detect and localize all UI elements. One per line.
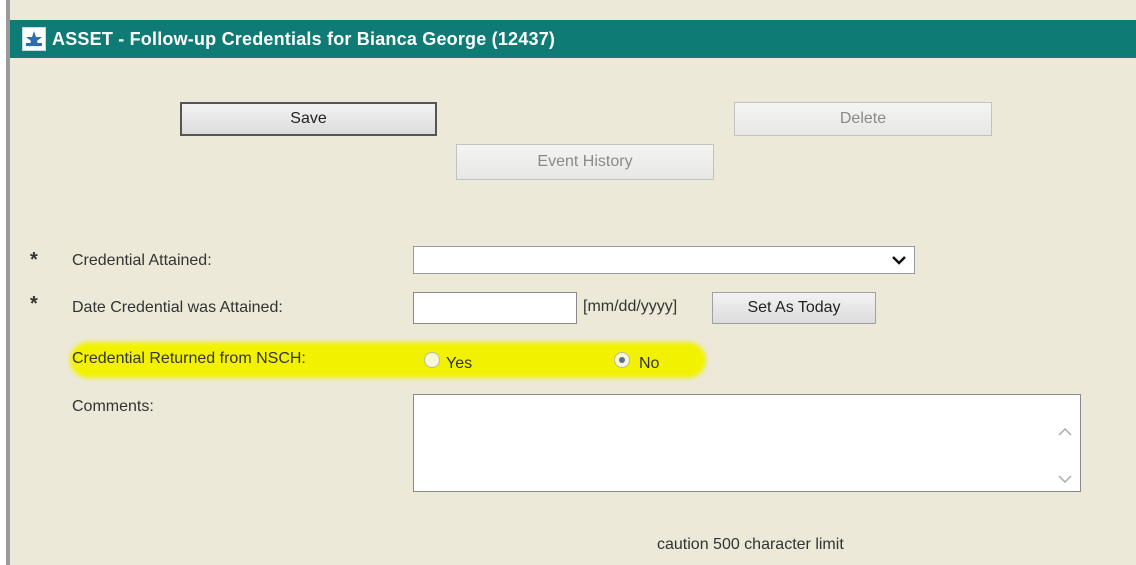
credential-attained-select[interactable] bbox=[413, 246, 915, 274]
radio-no[interactable] bbox=[614, 352, 630, 368]
date-attained-input[interactable] bbox=[413, 292, 577, 324]
window-title: ASSET - Follow-up Credentials for Bianca… bbox=[52, 28, 556, 49]
chevron-down-icon bbox=[892, 256, 906, 265]
radio-yes[interactable] bbox=[424, 352, 440, 368]
radio-no-label: No bbox=[639, 355, 660, 372]
delete-button[interactable]: Delete bbox=[734, 102, 992, 136]
comments-label: Comments: bbox=[72, 398, 154, 415]
scroll-up-icon[interactable] bbox=[1058, 427, 1072, 436]
required-marker: * bbox=[30, 293, 38, 315]
asset-logo-icon bbox=[22, 27, 46, 51]
scroll-down-icon[interactable] bbox=[1058, 475, 1072, 484]
app-window: ASSET - Follow-up Credentials for Bianca… bbox=[6, 0, 1136, 565]
comments-textarea[interactable] bbox=[413, 394, 1081, 492]
required-marker: * bbox=[30, 249, 38, 271]
returned-from-nsch-label: Credential Returned from NSCH: bbox=[72, 350, 306, 367]
date-format-hint: [mm/dd/yyyy] bbox=[583, 298, 678, 315]
radio-yes-label: Yes bbox=[446, 355, 473, 372]
set-as-today-button[interactable]: Set As Today bbox=[712, 292, 876, 324]
title-bar: ASSET - Follow-up Credentials for Bianca… bbox=[10, 20, 1136, 58]
save-button[interactable]: Save bbox=[180, 102, 437, 136]
date-attained-label: Date Credential was Attained: bbox=[72, 299, 283, 316]
caution-text: caution 500 character limit bbox=[657, 536, 844, 553]
credential-attained-label: Credential Attained: bbox=[72, 252, 212, 269]
event-history-button[interactable]: Event History bbox=[456, 144, 714, 180]
